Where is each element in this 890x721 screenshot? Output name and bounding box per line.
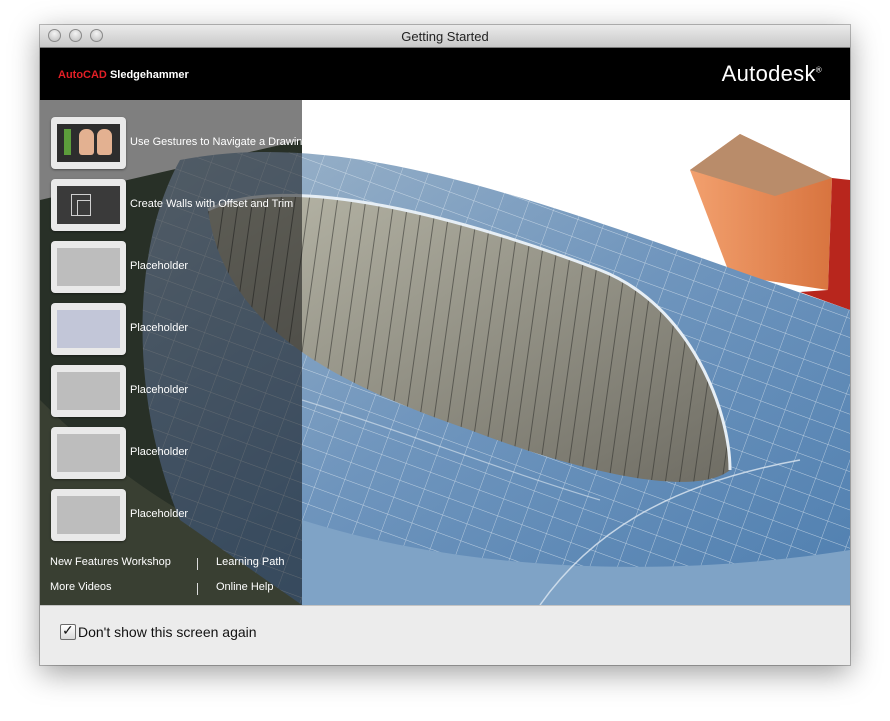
tutorial-label: Placeholder (130, 260, 189, 272)
more-videos-link[interactable]: More Videos (50, 581, 112, 593)
product-name: Sledgehammer (106, 69, 189, 81)
product-prefix: AutoCAD (58, 69, 107, 81)
online-help-link[interactable]: Online Help (216, 581, 273, 593)
company-mark: ® (815, 65, 822, 75)
hero-image-area: Use Gestures to Navigate a Drawing Creat… (40, 100, 850, 605)
new-features-workshop-link[interactable]: New Features Workshop (50, 556, 171, 568)
link-separator (197, 583, 198, 595)
learning-path-link[interactable]: Learning Path (216, 556, 285, 568)
tutorial-item-placeholder-2[interactable]: Placeholder (51, 303, 302, 355)
gesture-hands-icon (51, 117, 126, 169)
tutorial-label: Placeholder (130, 384, 189, 396)
tutorial-item-placeholder-5[interactable]: Placeholder (51, 489, 302, 541)
tutorial-label: Placeholder (130, 446, 189, 458)
product-logo: AutoCAD Sledgehammer (58, 69, 189, 81)
walls-offset-icon (51, 179, 126, 231)
company-logo: Autodesk® (722, 61, 822, 87)
dont-show-label[interactable]: Don't show this screen again (78, 624, 257, 640)
tutorial-panel: Use Gestures to Navigate a Drawing Creat… (40, 100, 309, 605)
tutorial-item-walls[interactable]: Create Walls with Offset and Trim (51, 179, 302, 231)
footer-bar: ✓ Don't show this screen again (40, 605, 850, 665)
title-bar: Getting Started (40, 25, 850, 48)
tutorial-label: Placeholder (130, 322, 189, 334)
tutorial-label: Use Gestures to Navigate a Drawing (130, 136, 309, 148)
tutorial-item-placeholder-1[interactable]: Placeholder (51, 241, 302, 293)
tutorial-item-placeholder-3[interactable]: Placeholder (51, 365, 302, 417)
placeholder-icon (51, 365, 126, 417)
placeholder-icon (51, 427, 126, 479)
tutorial-item-gestures[interactable]: Use Gestures to Navigate a Drawing (51, 117, 309, 169)
window-title: Getting Started (401, 29, 489, 44)
tutorial-label: Create Walls with Offset and Trim (130, 198, 294, 210)
placeholder-icon (51, 241, 126, 293)
dont-show-checkbox[interactable]: ✓ (60, 622, 76, 640)
brand-header: AutoCAD Sledgehammer Autodesk® (40, 48, 850, 100)
tutorial-label: Placeholder (130, 508, 189, 520)
placeholder-icon (51, 489, 126, 541)
link-separator (197, 558, 198, 570)
tutorial-item-placeholder-4[interactable]: Placeholder (51, 427, 302, 479)
placeholder-icon (51, 303, 126, 355)
checkmark-icon: ✓ (62, 622, 74, 638)
getting-started-window: Getting Started AutoCAD Sledgehammer Aut… (40, 25, 850, 665)
company-name: Autodesk (721, 61, 816, 86)
